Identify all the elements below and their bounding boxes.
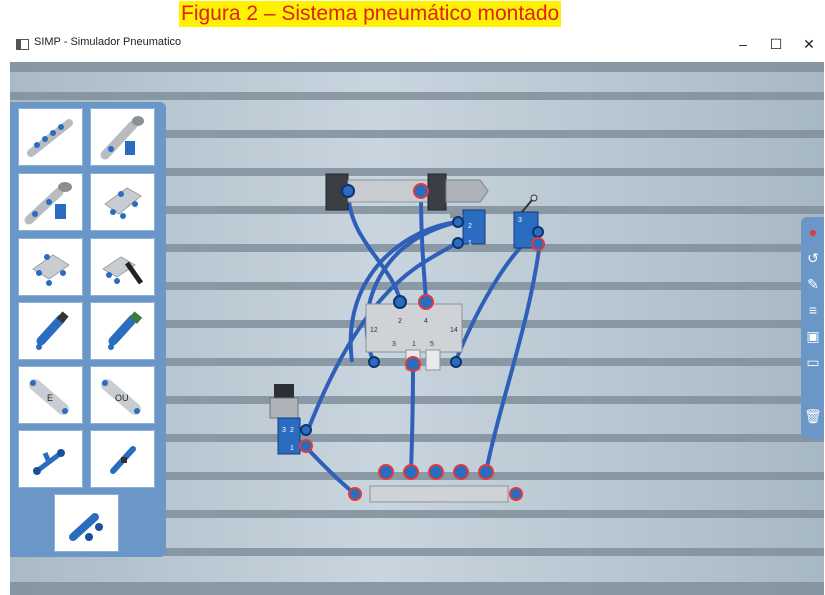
figure-caption: Figura 2 – Sistema pneumático montado bbox=[0, 0, 825, 30]
hose-cylinder-right-to-port-4[interactable] bbox=[419, 191, 428, 301]
air-distribution-manifold[interactable] bbox=[348, 464, 523, 503]
valve-a-port-2-label: 2 bbox=[468, 223, 472, 230]
valve-a-port-1-label: 1 bbox=[468, 240, 472, 247]
main-valve-port-12-label: 12 bbox=[370, 327, 378, 334]
main-valve-port-4-label: 4 bbox=[424, 318, 428, 325]
app-window-icon bbox=[16, 39, 29, 50]
main-5-2-valve[interactable]: 12 14 2 4 3 1 5 bbox=[365, 294, 463, 372]
main-valve-port-14-label: 14 bbox=[450, 327, 458, 334]
trash-icon[interactable]: 🗑 bbox=[804, 407, 822, 425]
valve-b-port-3-label: 3 bbox=[518, 217, 522, 224]
close-button[interactable]: ✕ bbox=[797, 33, 821, 55]
push-button-valve[interactable]: 3 2 1 bbox=[269, 384, 313, 455]
caption-text: Figura 2 – Sistema pneumático montado bbox=[179, 1, 562, 27]
hose-main-supply[interactable] bbox=[409, 363, 415, 473]
pneumatic-circuit[interactable]: 2 1 3 12 14 2 4 3 1 5 3 2 1 bbox=[10, 62, 824, 595]
window-title: SIMP - Simulador Pneumatico bbox=[34, 36, 182, 48]
limit-valve-b[interactable]: 3 bbox=[513, 194, 545, 251]
main-valve-port-3-label: 3 bbox=[392, 341, 396, 348]
roller-valve-a[interactable]: 2 1 bbox=[450, 209, 486, 249]
main-valve-port-2-label: 2 bbox=[398, 318, 402, 325]
button-valve-port-1-label: 1 bbox=[290, 445, 294, 452]
button-valve-port-3-label: 3 bbox=[282, 427, 286, 434]
pin-icon[interactable]: ● bbox=[804, 223, 822, 241]
main-valve-port-5-label: 5 bbox=[430, 341, 434, 348]
hose-valve-b-to-manifold[interactable] bbox=[484, 241, 542, 473]
hose-valve-b-to-main-14[interactable] bbox=[454, 230, 539, 361]
minimize-button[interactable]: – bbox=[731, 33, 755, 55]
button-valve-port-2-label: 2 bbox=[290, 427, 294, 434]
lines-icon[interactable]: ≡ bbox=[804, 301, 822, 319]
eraser-icon[interactable]: ✎ bbox=[804, 275, 822, 293]
main-valve-port-1-label: 1 bbox=[412, 341, 416, 348]
open-folder-icon[interactable]: ▭ bbox=[804, 353, 822, 371]
circuit-workspace[interactable]: E OU 2 1 3 12 14 2 4 3 1 5 3 2 1 ● ↺ ✎ ≡… bbox=[10, 62, 824, 595]
tool-sidebar: ● ↺ ✎ ≡ ▣ ▭ 🗑 bbox=[801, 217, 824, 439]
hose-button-to-manifold[interactable] bbox=[303, 444, 357, 496]
undo-icon[interactable]: ↺ bbox=[804, 249, 822, 267]
maximize-button[interactable]: ☐ bbox=[764, 33, 788, 55]
window-titlebar: SIMP - Simulador Pneumatico – ☐ ✕ bbox=[0, 30, 825, 62]
save-icon[interactable]: ▣ bbox=[804, 327, 822, 345]
